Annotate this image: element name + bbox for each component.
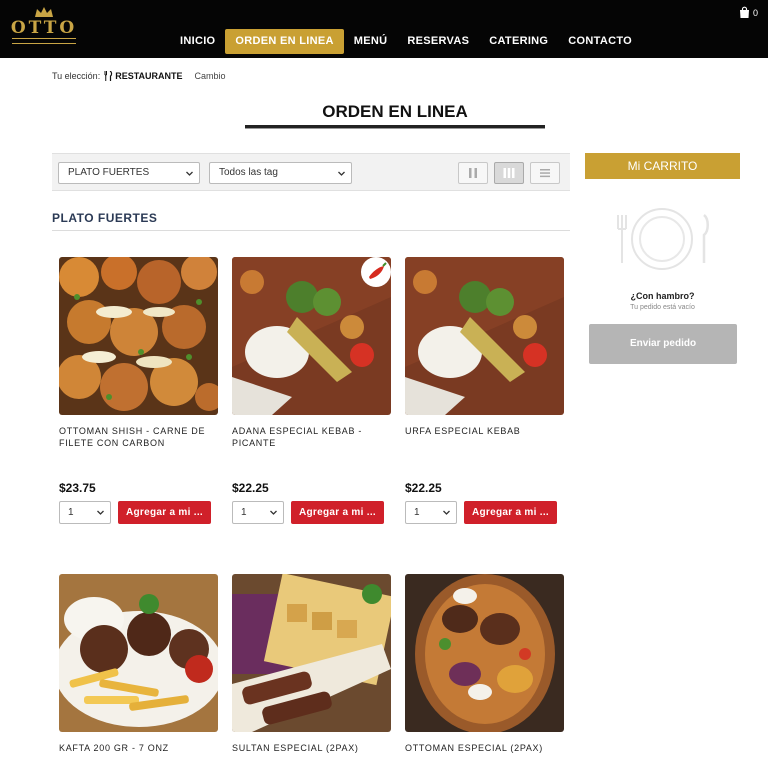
nav-contacto[interactable]: CONTACTO [558, 29, 642, 54]
chili-pepper-icon [369, 262, 387, 279]
cart-count: 0 [752, 7, 758, 18]
chevron-down-icon [443, 510, 450, 515]
product-image[interactable] [59, 257, 218, 415]
selection-line: Tu elección: RESTAURANTE Cambio [52, 71, 226, 81]
nav-orden-en-linea[interactable]: ORDEN EN LINEA [225, 29, 344, 54]
send-order-button[interactable]: Enviar pedido [589, 324, 737, 364]
product-name: URFA ESPECIAL KEBAB [405, 426, 521, 436]
add-to-cart-button[interactable]: Agregar a mi ... [464, 501, 557, 524]
selection-label: Tu elección: [52, 71, 101, 81]
quantity-value: 1 [241, 507, 247, 518]
product-image[interactable] [405, 257, 564, 415]
logo-ribbon [12, 38, 76, 44]
selection-value-text: RESTAURANTE [115, 71, 183, 81]
view-three-column-button[interactable] [494, 162, 524, 184]
section-title: PLATO FUERTES [52, 211, 158, 225]
fork-knife-icon [104, 71, 113, 81]
add-to-cart-button[interactable]: Agregar a mi ... [291, 501, 384, 524]
header-cart[interactable]: 0 [738, 6, 758, 19]
product-name: SULTAN ESPECIAL (2PAX) [232, 743, 359, 753]
selection-value: RESTAURANTE [104, 71, 183, 81]
shopping-bag-icon [739, 6, 749, 18]
quantity-select[interactable]: 1 [405, 501, 457, 524]
product-name: KAFTA 200 GR - 7 ONZ [59, 743, 169, 753]
change-link[interactable]: Cambio [195, 71, 226, 81]
product-card: SULTAN ESPECIAL (2PAX) [232, 574, 392, 768]
quantity-select[interactable]: 1 [232, 501, 284, 524]
product-price: $23.75 [59, 481, 96, 495]
product-card: KAFTA 200 GR - 7 ONZ [59, 574, 219, 768]
product-name: OTTOMAN ESPECIAL (2PAX) [405, 743, 543, 753]
nav-reservas[interactable]: RESERVAS [397, 29, 479, 54]
section-divider [52, 230, 570, 231]
otto-logo[interactable]: OTTO [8, 6, 80, 52]
view-list-button[interactable] [530, 162, 560, 184]
cart-hungry-text: ¿Con hambro? [630, 291, 695, 301]
product-price: $22.25 [232, 481, 269, 495]
add-to-cart-button[interactable]: Agregar a mi ... [118, 501, 211, 524]
category-select[interactable]: PLATO FUERTES [58, 162, 200, 184]
quantity-select[interactable]: 1 [59, 501, 111, 524]
product-name: ADANA ESPECIAL KEBAB - PICANTE [232, 426, 363, 448]
chevron-down-icon [270, 510, 277, 515]
three-column-icon [503, 168, 515, 178]
product-card: OTTOMAN ESPECIAL (2PAX) [405, 574, 565, 768]
crown-icon [35, 7, 53, 17]
product-image[interactable] [405, 574, 564, 732]
top-navbar: OTTO INICIO ORDEN EN LINEA MENÚ RESERVAS… [0, 0, 768, 58]
product-image[interactable] [232, 574, 391, 732]
title-underline [245, 125, 545, 129]
view-two-column-button[interactable] [458, 162, 488, 184]
tag-select-value: Todos las tag [219, 167, 278, 178]
page-title: ORDEN EN LINEA [322, 102, 468, 121]
category-select-value: PLATO FUERTES [68, 167, 150, 178]
cart-empty-text: Tu pedido está vacío [630, 304, 695, 311]
filter-bar: PLATO FUERTES Todos las tag [52, 153, 570, 191]
logo-text: OTTO [10, 18, 78, 38]
product-name: OTTOMAN SHISH - CARNE DE FILETE CON CARB… [59, 426, 206, 448]
chevron-down-icon [338, 171, 345, 176]
chevron-down-icon [186, 171, 193, 176]
plate-cutlery-icon [617, 208, 709, 270]
product-image[interactable] [59, 574, 218, 732]
tag-select[interactable]: Todos las tag [209, 162, 352, 184]
nav-inicio[interactable]: INICIO [170, 29, 225, 54]
product-card: ADANA ESPECIAL KEBAB - PICANTE $22.25 1 … [232, 257, 392, 524]
quantity-value: 1 [68, 507, 74, 518]
main-nav: INICIO ORDEN EN LINEA MENÚ RESERVAS CATE… [170, 29, 642, 54]
product-price: $22.25 [405, 481, 442, 495]
product-card: URFA ESPECIAL KEBAB $22.25 1 Agregar a m… [405, 257, 565, 524]
list-icon [540, 169, 550, 178]
cart-header: Mi CARRITO [585, 153, 740, 179]
product-image[interactable] [232, 257, 391, 415]
spicy-badge [361, 257, 391, 287]
quantity-value: 1 [414, 507, 420, 518]
chevron-down-icon [97, 510, 104, 515]
product-card: OTTOMAN SHISH - CARNE DE FILETE CON CARB… [59, 257, 219, 524]
two-column-icon [469, 168, 477, 178]
nav-menu[interactable]: MENÚ [344, 29, 398, 54]
nav-catering[interactable]: CATERING [479, 29, 558, 54]
